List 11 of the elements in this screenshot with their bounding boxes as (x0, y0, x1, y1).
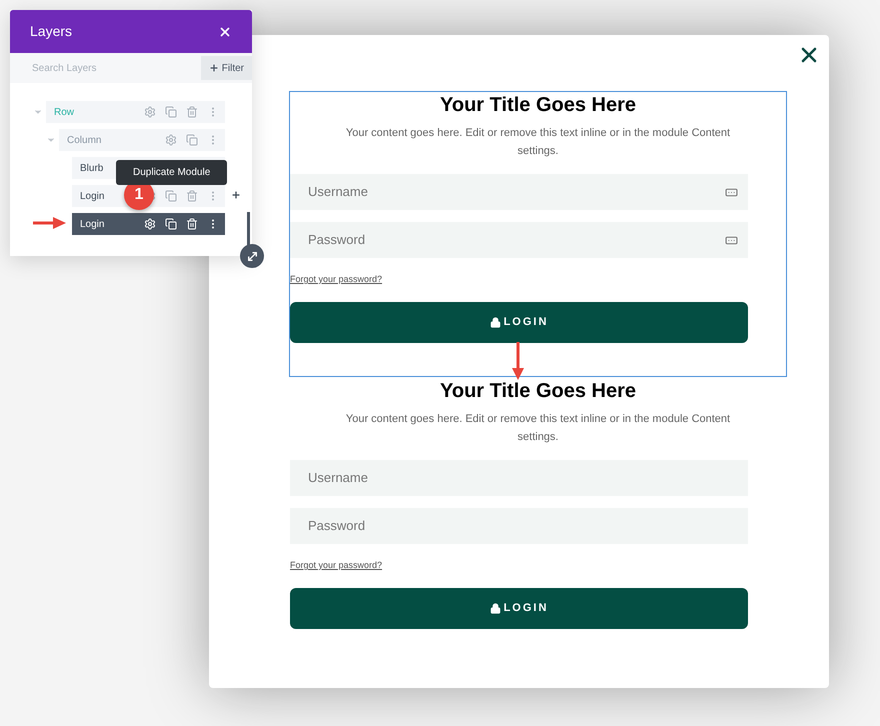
layer-label: Login (80, 190, 104, 204)
layer-label: Column (67, 134, 102, 148)
module-text: Your content goes here. Edit or remove this text inline or in the module Content settings. (344, 412, 732, 445)
layer-label: Login (80, 218, 104, 232)
panel-title: Layers (30, 22, 72, 41)
module-title: Your Title Goes Here (439, 379, 637, 404)
module-title: Your Title Goes Here (439, 93, 637, 118)
layer-label: Row (54, 106, 74, 120)
layer-label: Blurb (80, 162, 104, 176)
tooltip: Duplicate Module (116, 160, 228, 185)
module-text: Your content goes here. Edit or remove this text inline or in the module Content settings. (344, 126, 732, 159)
